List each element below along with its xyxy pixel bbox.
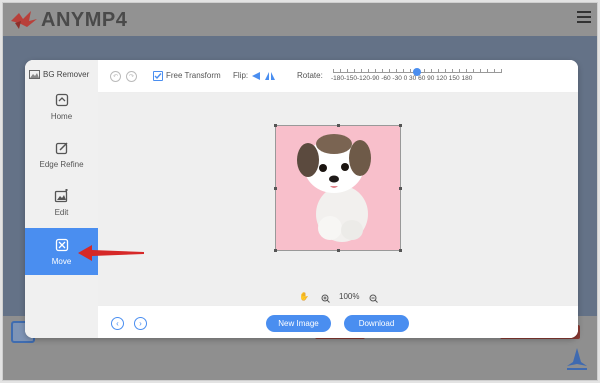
image-icon xyxy=(29,70,40,79)
watermark-icon xyxy=(567,348,587,370)
site-logo[interactable]: ANYMP4 xyxy=(9,7,127,33)
rotate-tick xyxy=(459,69,460,73)
rotate-tick xyxy=(501,69,502,73)
browser-frame: ANYMP4 BG Remover Home Edge Refine Edit … xyxy=(2,2,598,381)
bird-logo-icon xyxy=(11,11,37,29)
rotate-tick xyxy=(354,69,355,73)
next-icon[interactable]: › xyxy=(134,317,147,330)
site-header: ANYMP4 xyxy=(3,3,597,36)
rotate-tick xyxy=(361,69,362,73)
resize-handle[interactable] xyxy=(399,249,402,252)
resize-handle[interactable] xyxy=(337,249,340,252)
sidebar: BG Remover Home Edge Refine Edit Move xyxy=(25,60,98,338)
rotate-tick xyxy=(487,69,488,73)
rotate-tick xyxy=(347,69,348,73)
edit-image-icon xyxy=(54,188,68,202)
move-icon xyxy=(55,238,68,251)
rotate-tick xyxy=(438,69,439,73)
flip-horizontal-icon[interactable] xyxy=(251,71,261,81)
resize-handle[interactable] xyxy=(274,124,277,127)
rotate-tick xyxy=(445,69,446,73)
home-icon xyxy=(55,93,68,106)
rotate-tick xyxy=(466,69,467,73)
hand-icon[interactable]: ✋ xyxy=(299,292,309,301)
zoom-out-icon[interactable] xyxy=(369,294,378,303)
rotate-tick xyxy=(396,69,397,73)
redo-icon[interactable]: ↷ xyxy=(126,71,137,82)
rotate-tick xyxy=(452,69,453,73)
resize-handle[interactable] xyxy=(399,187,402,190)
zoom-level: 100% xyxy=(339,292,360,301)
sidebar-item-home[interactable]: Home xyxy=(25,83,98,130)
screenshot-stage: ANYMP4 BG Remover Home Edge Refine Edit … xyxy=(0,0,600,383)
rotate-tick xyxy=(480,69,481,73)
checkmark-icon xyxy=(154,73,162,80)
modal-title: BG Remover xyxy=(43,70,90,79)
rotate-tick xyxy=(403,69,404,73)
undo-icon[interactable]: ↶ xyxy=(110,71,121,82)
rotate-tick xyxy=(494,69,495,73)
previous-icon[interactable]: ‹ xyxy=(111,317,124,330)
sidebar-item-edit[interactable]: Edit xyxy=(25,179,98,226)
zoom-controls: ✋ 100% xyxy=(98,291,578,305)
menu-icon[interactable] xyxy=(577,11,591,25)
image-preview[interactable] xyxy=(274,124,402,252)
annotation-arrow xyxy=(78,245,144,261)
sidebar-title: BG Remover xyxy=(29,70,89,79)
flip-vertical-icon[interactable] xyxy=(265,71,275,81)
resize-handle[interactable] xyxy=(274,187,277,190)
image-canvas[interactable] xyxy=(98,93,578,291)
free-transform-checkbox[interactable] xyxy=(153,71,163,81)
rotate-tick xyxy=(375,69,376,73)
modal-footer: ‹ › New Image Download xyxy=(98,305,578,338)
rotate-tick xyxy=(431,69,432,73)
toolbar: ↶ ↷ Free Transform Flip: Rotate: -180-15… xyxy=(98,60,578,93)
zoom-in-icon[interactable] xyxy=(321,294,330,303)
new-image-button[interactable]: New Image xyxy=(266,315,331,332)
sidebar-item-edge-refine[interactable]: Edge Refine xyxy=(25,131,98,178)
rotate-label: Rotate: xyxy=(297,71,323,80)
resize-handle[interactable] xyxy=(337,124,340,127)
rotate-tick-labels: -180-150-120-90 -60 -30 0 30 60 90 120 1… xyxy=(331,75,473,82)
flip-label: Flip: xyxy=(233,71,249,80)
brand-name: ANYMP4 xyxy=(41,8,128,31)
rotate-tick xyxy=(333,69,334,73)
puppy-image xyxy=(297,134,371,242)
edge-refine-icon xyxy=(55,141,68,154)
rotate-tick xyxy=(410,69,411,73)
resize-handle[interactable] xyxy=(274,249,277,252)
sidebar-item-label: Edge Refine xyxy=(39,159,84,169)
rotate-tick xyxy=(424,69,425,73)
resize-handle[interactable] xyxy=(399,124,402,127)
free-transform-label: Free Transform xyxy=(166,71,221,80)
rotate-tick xyxy=(389,69,390,73)
sidebar-item-label: Move xyxy=(51,256,72,266)
sidebar-item-label: Edit xyxy=(54,207,69,217)
rotate-tick xyxy=(382,69,383,73)
sidebar-item-label: Home xyxy=(50,111,73,121)
rotate-tick xyxy=(340,69,341,73)
rotate-slider[interactable]: -180-150-120-90 -60 -30 0 30 60 90 120 1… xyxy=(331,68,502,88)
rotate-tick xyxy=(368,69,369,73)
rotate-tick xyxy=(473,69,474,73)
download-button[interactable]: Download xyxy=(344,315,409,332)
bg-remover-modal: BG Remover Home Edge Refine Edit Move ↶ … xyxy=(25,60,578,338)
